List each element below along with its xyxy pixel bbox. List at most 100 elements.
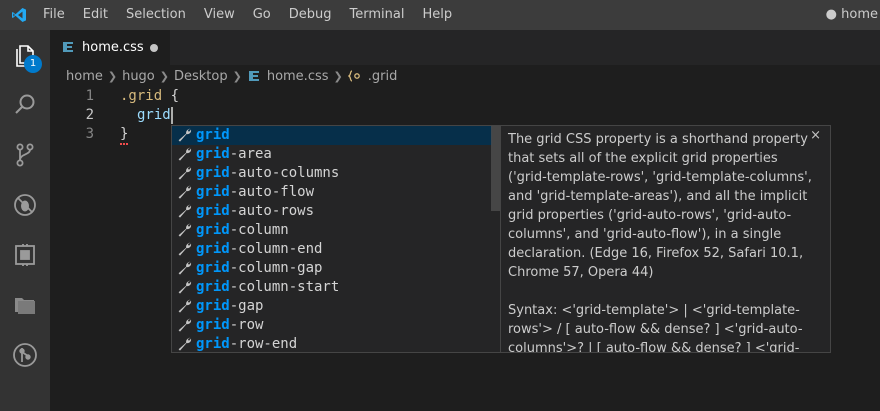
suggestion-match: grid <box>196 298 230 314</box>
suggestion-item[interactable]: grid-row <box>172 316 492 335</box>
breadcrumb-hugo[interactable]: hugo <box>122 69 155 84</box>
tab-label: home.css <box>82 40 144 55</box>
css-file-icon <box>248 71 259 81</box>
suggestion-match: grid <box>196 203 230 219</box>
text-cursor <box>170 107 173 124</box>
property-description: The grid CSS property is a shorthand pro… <box>508 132 812 280</box>
breadcrumb-desktop[interactable]: Desktop <box>174 69 228 84</box>
suggestion-item[interactable]: grid-auto-columns <box>172 164 492 183</box>
debug-icon <box>14 194 36 216</box>
suggestion-match: grid <box>196 146 230 162</box>
menu-bar: File Edit Selection View Go Debug Termin… <box>34 0 461 30</box>
wrench-icon <box>178 299 192 313</box>
css-selector: .grid <box>120 88 163 104</box>
suggestion-match: grid <box>196 184 230 200</box>
property-syntax: Syntax: <'grid-template'> | <'grid-templ… <box>508 303 803 353</box>
code-line[interactable]: 2 grid <box>50 106 880 125</box>
source-control-icon <box>16 143 34 167</box>
menu-selection[interactable]: Selection <box>117 0 195 30</box>
suggestion-list[interactable]: grid grid-area grid-auto-columns grid-au… <box>171 125 501 353</box>
suggestion-match: grid <box>196 317 230 333</box>
suggestion-item[interactable]: grid-column-start <box>172 278 492 297</box>
extensions-icon <box>15 244 35 266</box>
wrench-icon <box>178 185 192 199</box>
suggestion-match: grid <box>196 260 230 276</box>
menu-edit[interactable]: Edit <box>74 0 117 30</box>
suggestion-details: The grid CSS property is a shorthand pro… <box>500 125 831 353</box>
chevron-right-icon: ❯ <box>333 69 343 83</box>
suggestion-rest: -column-end <box>229 241 323 257</box>
suggestion-item[interactable]: grid-auto-rows <box>172 202 492 221</box>
menu-terminal[interactable]: Terminal <box>341 0 414 30</box>
tab-bar: home.css <box>50 30 880 65</box>
wrench-icon <box>178 337 192 351</box>
suggestion-rest: -column-start <box>229 279 340 295</box>
suggestion-rest: -column <box>229 222 289 238</box>
menu-debug[interactable]: Debug <box>280 0 341 30</box>
suggestion-item[interactable]: grid-auto-flow <box>172 183 492 202</box>
suggestion-match: grid <box>196 279 230 295</box>
activity-folders[interactable] <box>0 280 50 330</box>
search-icon <box>15 94 35 114</box>
activity-extensions[interactable] <box>0 230 50 280</box>
line-number: 1 <box>85 88 94 104</box>
chevron-right-icon: ❯ <box>232 69 242 83</box>
menu-view[interactable]: View <box>195 0 244 30</box>
activity-explorer[interactable]: 1 <box>0 30 50 80</box>
wrench-icon <box>178 166 192 180</box>
typed-text: grid <box>137 107 171 123</box>
suggestion-item[interactable]: grid-row-end <box>172 335 492 352</box>
css-file-icon <box>63 42 73 52</box>
tab-home-css[interactable]: home.css <box>50 30 170 65</box>
suggestion-item[interactable]: grid <box>172 126 492 145</box>
chevron-right-icon: ❯ <box>107 69 118 83</box>
menu-help[interactable]: Help <box>413 0 461 30</box>
suggestion-item[interactable]: grid-gap <box>172 297 492 316</box>
activity-debug[interactable] <box>0 180 50 230</box>
wrench-icon <box>178 223 192 237</box>
folder-icon <box>15 298 35 314</box>
suggestion-rest: -auto-rows <box>229 203 315 219</box>
suggestion-rest: -row <box>229 317 264 333</box>
suggestion-item[interactable]: grid-column-gap <box>172 259 492 278</box>
suggestion-rest: -row-end <box>229 336 298 352</box>
activity-search[interactable] <box>0 80 50 130</box>
suggestion-rest: -column-gap <box>229 260 323 276</box>
line-number: 2 <box>85 107 94 123</box>
explorer-badge: 1 <box>24 55 42 73</box>
wrench-icon <box>178 242 192 256</box>
suggestion-match: grid <box>196 165 230 181</box>
wrench-icon <box>178 318 192 332</box>
menu-go[interactable]: Go <box>244 0 280 30</box>
open-brace: { <box>162 88 180 104</box>
code-line[interactable]: 1 .grid { <box>50 87 880 106</box>
suggestion-item[interactable]: grid-column <box>172 221 492 240</box>
suggestion-item[interactable]: grid-column-end <box>172 240 492 259</box>
wrench-icon <box>178 204 192 218</box>
error-squiggle <box>120 140 128 145</box>
breadcrumb: home ❯ hugo ❯ Desktop ❯ home.css ❯ .grid <box>50 65 880 87</box>
breadcrumb-symbol[interactable]: .grid <box>368 69 398 84</box>
wrench-icon <box>178 280 192 294</box>
wrench-icon <box>178 147 192 161</box>
window-title: ● home <box>825 7 878 22</box>
wrench-icon <box>178 261 192 275</box>
menu-file[interactable]: File <box>34 0 74 30</box>
breadcrumb-home[interactable]: home <box>66 69 103 84</box>
activity-bar: 1 <box>0 30 50 411</box>
wrench-icon <box>178 128 192 142</box>
vscode-logo-icon <box>12 8 26 22</box>
suggestion-match: grid <box>196 127 230 143</box>
suggestion-match: grid <box>196 241 230 257</box>
suggestion-item[interactable]: grid-area <box>172 145 492 164</box>
unsaved-dot-icon[interactable] <box>150 44 158 52</box>
activity-git-graph[interactable] <box>0 330 50 380</box>
suggestion-scrollbar[interactable] <box>491 126 500 211</box>
suggestion-match: grid <box>196 336 230 352</box>
suggestion-rest: -area <box>229 146 272 162</box>
breadcrumb-file[interactable]: home.css <box>267 69 329 84</box>
selector-symbol-icon <box>347 70 360 82</box>
suggestion-match: grid <box>196 222 230 238</box>
activity-source-control[interactable] <box>0 130 50 180</box>
close-icon[interactable]: × <box>810 128 821 143</box>
